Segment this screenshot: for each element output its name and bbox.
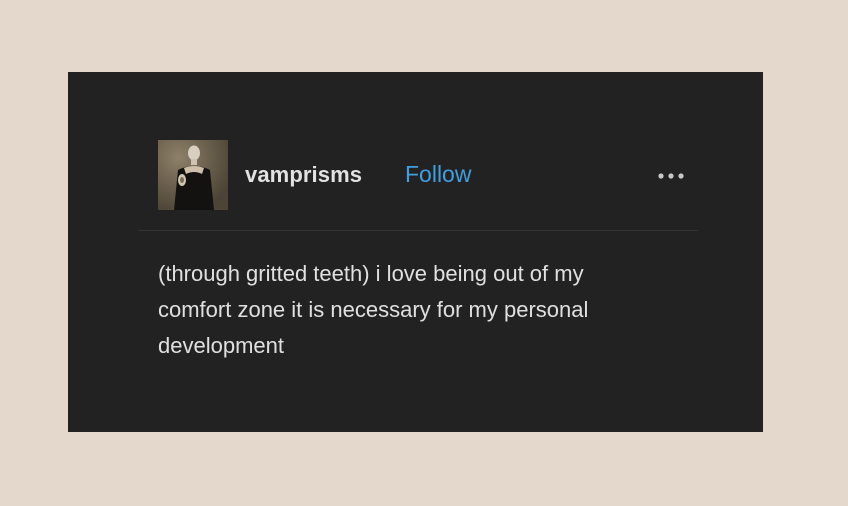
post-text-line: comfort zone it is necessary for my pers…: [158, 297, 589, 322]
post-card: vamprisms Follow (through gritted teeth)…: [68, 72, 763, 432]
more-options-icon: [658, 173, 684, 179]
follow-button[interactable]: Follow: [405, 161, 471, 188]
username[interactable]: vamprisms: [245, 162, 362, 188]
post-body: (through gritted teeth) i love being out…: [158, 256, 718, 364]
post-text-line: (through gritted teeth) i love being out…: [158, 261, 584, 286]
avatar[interactable]: [158, 140, 228, 210]
more-options-button[interactable]: [653, 165, 689, 187]
avatar-image: [158, 140, 228, 210]
post-text-line: development: [158, 333, 284, 358]
header-divider: [138, 230, 698, 231]
